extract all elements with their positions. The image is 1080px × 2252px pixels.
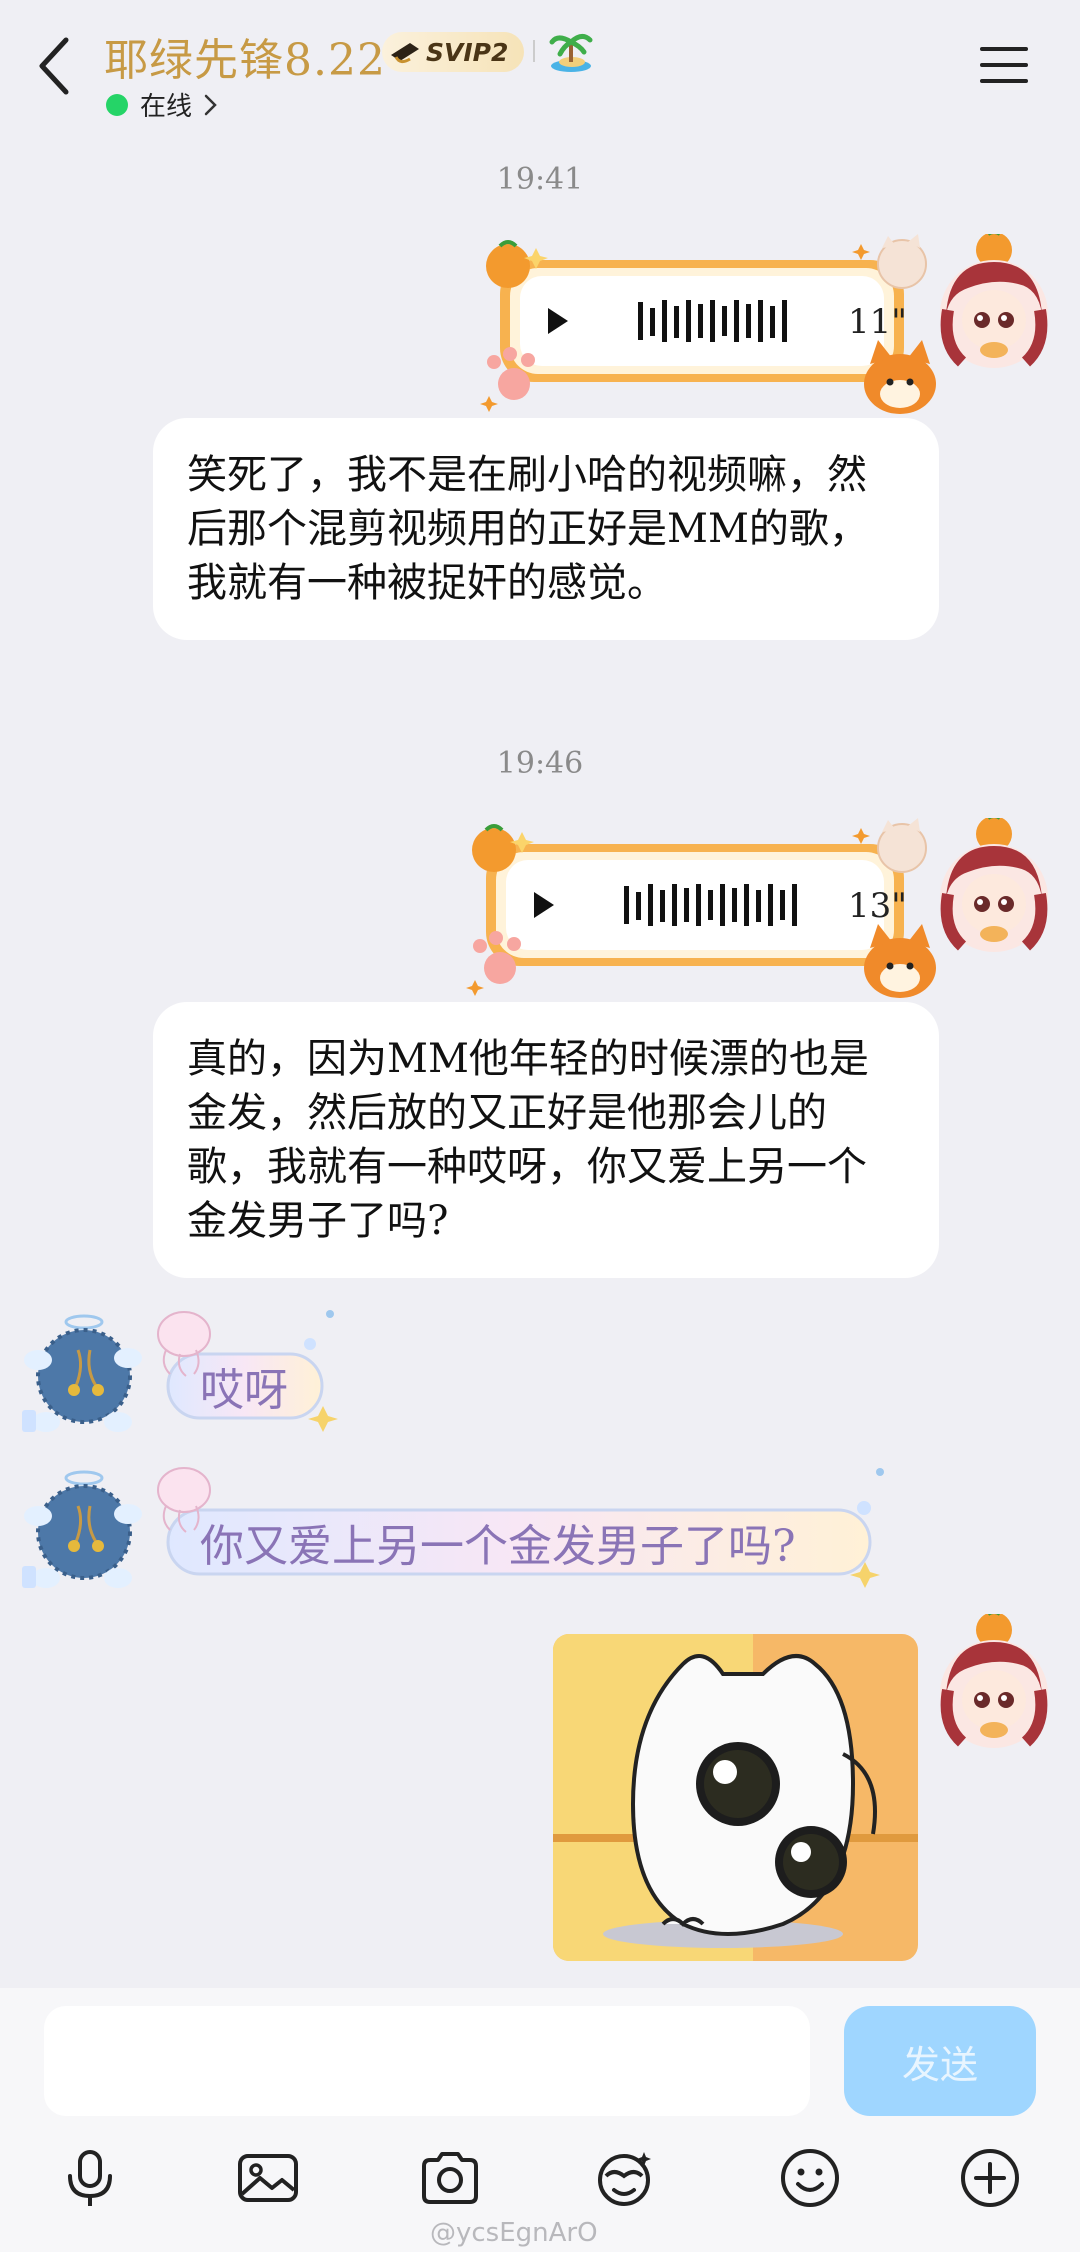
incoming-text: 哎呀: [200, 1365, 288, 1416]
watermark: @ycsEgnArO: [430, 2218, 598, 2248]
vip-hat-icon: [391, 43, 419, 64]
friend-avatar[interactable]: [18, 1466, 148, 1596]
message-bubble-incoming[interactable]: 哎呀: [140, 1304, 340, 1438]
emoji-icon[interactable]: [778, 2146, 842, 2210]
chevron-right-icon: [204, 94, 217, 115]
sticker-face-icon[interactable]: [594, 2146, 658, 2210]
header-divider: [533, 40, 535, 62]
voice-duration: 11": [848, 302, 907, 342]
message-bubble-outgoing[interactable]: 笑死了，我不是在刷小哈的视频嘛，然后那个混剪视频用的正好是MM的歌，我就有一种被…: [153, 418, 939, 640]
my-avatar[interactable]: [938, 1614, 1050, 1754]
image-icon[interactable]: [236, 2146, 300, 2210]
svip-badge[interactable]: SVIP2: [382, 32, 524, 72]
message-bubble-outgoing[interactable]: 真的，因为MM他年轻的时候漂的也是金发，然后放的又正好是他那会儿的歌，我就有一种…: [153, 1002, 939, 1278]
cat-sticker-illustration: [553, 1634, 918, 1961]
my-avatar[interactable]: [938, 818, 1050, 958]
chat-header: 耶绿先锋8.22 SVIP2 在线: [0, 0, 1080, 140]
camera-icon[interactable]: [418, 2146, 482, 2210]
voice-message[interactable]: 13": [462, 818, 936, 998]
status-label: 在线: [140, 92, 193, 122]
friend-avatar[interactable]: [18, 1310, 148, 1440]
voice-duration: 13": [848, 886, 907, 926]
incoming-text: 你又爱上另一个金发男子了吗?: [200, 1521, 796, 1572]
sticker-image[interactable]: [553, 1634, 918, 1961]
voice-message[interactable]: 11": [476, 234, 936, 414]
contact-name[interactable]: 耶绿先锋8.22: [104, 24, 386, 88]
back-chevron-icon[interactable]: [32, 34, 80, 98]
timestamp: 19:46: [496, 746, 584, 781]
island-icon[interactable]: [548, 28, 594, 74]
svip-label: SVIP2: [426, 37, 509, 67]
hamburger-menu-icon[interactable]: [978, 44, 1030, 86]
my-avatar[interactable]: [938, 234, 1050, 374]
message-input[interactable]: [44, 2006, 810, 2116]
send-button[interactable]: 发送: [844, 2006, 1036, 2116]
message-bubble-incoming[interactable]: 你又爱上另一个金发男子了吗?: [140, 1460, 890, 1594]
message-input-bar: 发送 @ycsEgnArO: [0, 1988, 1080, 2252]
timestamp: 19:41: [496, 162, 584, 197]
online-dot-icon: [106, 93, 128, 116]
microphone-icon[interactable]: [58, 2146, 122, 2210]
online-status[interactable]: 在线: [106, 86, 218, 123]
plus-icon[interactable]: [958, 2146, 1022, 2210]
